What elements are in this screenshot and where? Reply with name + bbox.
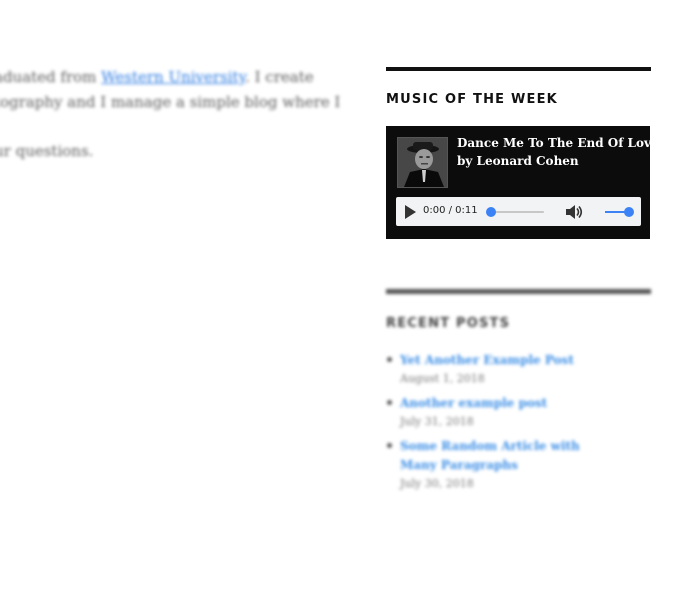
post-link[interactable]: Yet Another Example Post: [400, 351, 610, 370]
list-item: Some Random Article with Many Paragraphs…: [386, 437, 651, 492]
audio-player: 0:00 / 0:11: [396, 197, 641, 226]
volume-icon[interactable]: [565, 204, 583, 224]
post-date: August 1, 2018: [400, 372, 485, 385]
sidebar: MUSIC OF THE WEEK Dance Me To The End Of…: [386, 67, 659, 239]
playback-time: 0:00 / 0:11: [423, 205, 478, 216]
track-artist: by Leonard Cohen: [457, 154, 579, 168]
widget-divider: [386, 289, 651, 294]
widget-divider: [386, 67, 651, 71]
play-icon[interactable]: [405, 205, 416, 219]
post-link[interactable]: Some Random Article with Many Paragraphs: [400, 437, 610, 475]
music-card: Dance Me To The End Of Love by Leonard C…: [386, 126, 659, 239]
recent-posts-list: Yet Another Example Post August 1, 2018 …: [386, 351, 651, 492]
article-text: aduated from: [0, 68, 102, 86]
recent-posts-widget: RECENT POSTS Yet Another Example Post Au…: [386, 289, 651, 499]
article-line: aduated from Western University. I creat…: [0, 68, 314, 86]
recent-posts-title: RECENT POSTS: [386, 316, 511, 331]
article-text: . I create: [245, 68, 314, 86]
seek-slider[interactable]: [486, 207, 544, 217]
volume-thumb[interactable]: [624, 207, 634, 217]
list-item: Another example post July 31, 2018: [386, 394, 651, 430]
article-line: ur questions.: [0, 142, 94, 160]
music-widget-title: MUSIC OF THE WEEK: [386, 92, 558, 107]
university-link[interactable]: Western University: [101, 68, 245, 86]
post-date: July 30, 2018: [400, 477, 474, 490]
album-art-image: [397, 137, 448, 188]
seek-thumb[interactable]: [486, 207, 496, 217]
post-link[interactable]: Another example post: [400, 394, 610, 413]
track-title: Dance Me To The End Of Love: [457, 136, 659, 150]
post-date: July 31, 2018: [400, 415, 474, 428]
article-line: tography and I manage a simple blog wher…: [0, 93, 341, 111]
volume-slider[interactable]: [605, 207, 634, 217]
list-item: Yet Another Example Post August 1, 2018: [386, 351, 651, 387]
